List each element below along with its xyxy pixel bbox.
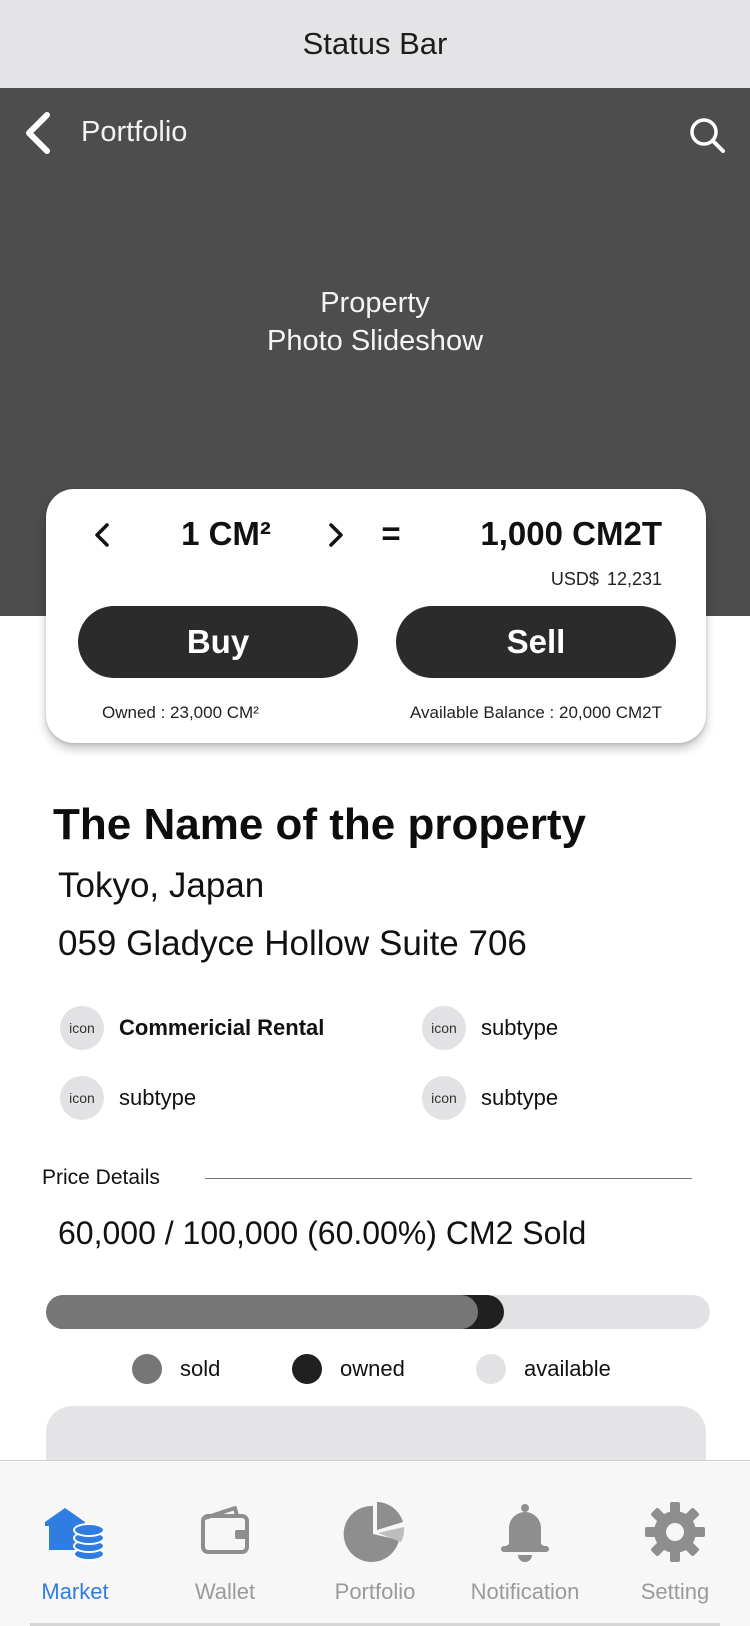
decrease-quantity-button[interactable] bbox=[82, 515, 122, 555]
token-amount: 1,000 CM2T bbox=[480, 515, 662, 552]
pie-chart-icon bbox=[340, 1497, 410, 1567]
legend-dot-sold bbox=[132, 1354, 162, 1384]
tab-label: Portfolio bbox=[334, 1579, 416, 1604]
legend-dot-available bbox=[476, 1354, 506, 1384]
usd-label: USD$ bbox=[550, 569, 599, 589]
subtype-label: subtype bbox=[119, 1085, 197, 1110]
sold-summary: 60,000 / 100,000 (60.00%) CM2 Sold bbox=[58, 1215, 587, 1251]
legend-dot-owned bbox=[292, 1354, 322, 1384]
tab-setting[interactable]: Setting bbox=[600, 1461, 750, 1626]
subtype-tag: icon subtype bbox=[60, 1076, 196, 1120]
property-address: 059 Gladyce Hollow Suite 706 bbox=[58, 924, 527, 963]
tab-market[interactable]: Market bbox=[0, 1461, 150, 1626]
property-city: Tokyo, Japan bbox=[58, 866, 265, 905]
owned-amount: Owned : 23,000 CM² bbox=[102, 703, 259, 722]
nav-title: Portfolio bbox=[81, 116, 188, 148]
subtype-label: subtype bbox=[481, 1085, 559, 1110]
slideshow-line-2: Photo Slideshow bbox=[266, 325, 484, 357]
legend-sold: sold bbox=[132, 1354, 220, 1384]
subtype-icon: icon bbox=[60, 1076, 104, 1120]
available-balance: Available Balance : 20,000 CM2T bbox=[409, 703, 662, 722]
trade-card: 1 CM² = 1,000 CM2T USD$ 12,231 Buy Sell O… bbox=[46, 489, 706, 743]
slideshow-placeholder: Property Photo Slideshow bbox=[175, 284, 575, 360]
divider bbox=[205, 1178, 692, 1179]
increase-quantity-button[interactable] bbox=[316, 515, 356, 555]
status-bar-label: Status Bar bbox=[302, 26, 448, 61]
market-icon bbox=[40, 1497, 110, 1567]
subtype-icon: icon bbox=[422, 1006, 466, 1050]
chevron-right-icon bbox=[329, 523, 343, 547]
tab-notification[interactable]: Notification bbox=[450, 1461, 600, 1626]
property-type-tag: icon Commericial Rental bbox=[60, 1006, 324, 1050]
legend-label: owned bbox=[340, 1356, 405, 1381]
legend-available: available bbox=[476, 1354, 611, 1384]
tab-label: Setting bbox=[640, 1579, 710, 1604]
price-details-heading: Price Details bbox=[42, 1166, 160, 1189]
equals-sign: = bbox=[381, 515, 401, 552]
subtype-label: subtype bbox=[481, 1015, 559, 1040]
usd-amount: 12,231 bbox=[606, 569, 662, 589]
tab-label: Wallet bbox=[194, 1579, 256, 1604]
sell-button[interactable]: Sell bbox=[396, 606, 676, 678]
slideshow-line-1: Property bbox=[320, 287, 430, 319]
quantity-value: 1 CM² bbox=[181, 515, 271, 552]
chevron-left-icon bbox=[26, 112, 50, 154]
buy-button[interactable]: Buy bbox=[78, 606, 358, 678]
tab-label: Market bbox=[41, 1579, 109, 1604]
usd-value: USD$ 12,231 bbox=[551, 569, 662, 590]
sales-progress-bar bbox=[46, 1295, 710, 1329]
property-name: The Name of the property bbox=[53, 800, 586, 849]
wallet-icon bbox=[190, 1497, 260, 1567]
subtype-icon: icon bbox=[422, 1076, 466, 1120]
bell-icon bbox=[490, 1497, 560, 1567]
chevron-left-icon bbox=[95, 523, 109, 547]
subtype-tag: icon subtype bbox=[422, 1006, 558, 1050]
legend-owned: owned bbox=[292, 1354, 405, 1384]
progress-sold bbox=[46, 1295, 478, 1329]
subtype-tag: icon subtype bbox=[422, 1076, 558, 1120]
tab-bar: Market Wallet Portfolio Notification Set… bbox=[0, 1460, 750, 1626]
legend-label: available bbox=[524, 1356, 611, 1381]
type-icon: icon bbox=[60, 1006, 104, 1050]
gear-icon bbox=[640, 1497, 710, 1567]
tab-portfolio[interactable]: Portfolio bbox=[300, 1461, 450, 1626]
back-button[interactable] bbox=[14, 110, 62, 156]
property-detail-screen: Status Bar Portfolio Property Photo Slid… bbox=[0, 0, 750, 1626]
status-bar: Status Bar bbox=[0, 0, 750, 88]
type-label: Commericial Rental bbox=[119, 1015, 325, 1040]
search-icon bbox=[690, 118, 725, 153]
tab-wallet[interactable]: Wallet bbox=[150, 1461, 300, 1626]
tab-label: Notification bbox=[470, 1579, 580, 1604]
legend-label: sold bbox=[180, 1356, 221, 1381]
search-button[interactable] bbox=[684, 112, 730, 158]
